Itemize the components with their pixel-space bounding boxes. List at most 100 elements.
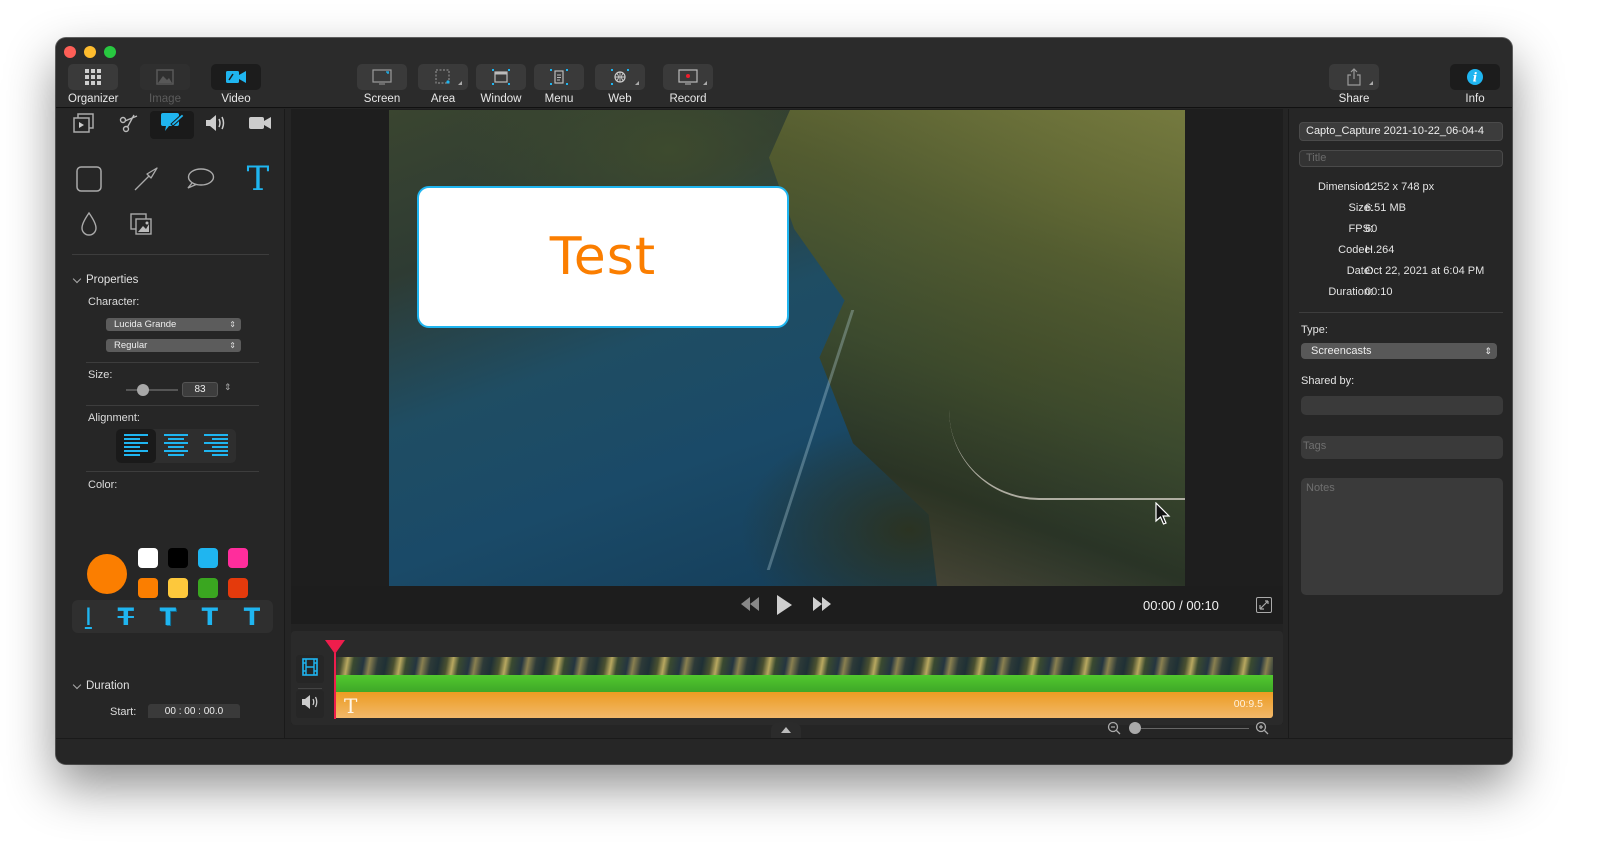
rewind-button[interactable] — [739, 596, 761, 617]
zoom-window-button[interactable] — [104, 46, 116, 58]
menu-capture-button[interactable]: Menu — [534, 64, 584, 105]
align-left-button[interactable] — [116, 429, 156, 463]
duration-section-toggle[interactable]: Duration — [72, 680, 129, 692]
style-outline-option[interactable]: I — [85, 605, 92, 629]
info-panel: Capto_Capture 2021-10-22_06-04-4 Title D… — [1288, 109, 1512, 738]
playhead[interactable] — [334, 653, 336, 719]
divider — [86, 362, 259, 363]
share-label: Share — [1338, 93, 1370, 105]
timeline-tracks: T 00:9.5 — [291, 631, 1283, 725]
type-select[interactable]: Screencasts ⇕ — [1301, 343, 1497, 359]
fast-forward-button[interactable] — [811, 596, 833, 617]
audio-track-toggle[interactable] — [296, 690, 324, 718]
title-field[interactable]: Title — [1299, 150, 1503, 167]
style-strikethrough-option[interactable]: T — [118, 605, 134, 629]
alignment-segmented-control — [116, 429, 236, 463]
swatch-black[interactable] — [168, 548, 188, 568]
text-annotation[interactable]: Test — [417, 186, 789, 328]
selected-color-well[interactable] — [87, 554, 127, 594]
dropdown-corner-icon — [703, 81, 707, 85]
annotation-text: Test — [549, 227, 657, 287]
info-button[interactable]: i Info — [1450, 64, 1500, 105]
tab-trim[interactable] — [106, 111, 150, 139]
size-slider-track[interactable] — [126, 389, 178, 391]
image-mode-button[interactable]: Image — [140, 64, 190, 105]
close-window-button[interactable] — [64, 46, 76, 58]
drop-icon — [79, 211, 99, 242]
area-capture-button[interactable]: Area — [418, 64, 468, 105]
video-mode-button[interactable]: Video — [211, 64, 261, 105]
video-clip-bar[interactable] — [334, 675, 1273, 692]
font-family-select[interactable]: Lucida Grande ⇕ — [106, 318, 241, 331]
align-center-button[interactable] — [156, 429, 196, 463]
type-value: Screencasts — [1311, 345, 1372, 357]
tab-audio[interactable] — [194, 111, 238, 139]
notes-field[interactable]: Notes — [1301, 478, 1503, 595]
collapse-timeline-button[interactable] — [771, 722, 801, 738]
size-stepper[interactable]: ⇕ — [224, 382, 232, 393]
updown-arrows-icon: ⇕ — [229, 320, 236, 329]
video-thumbnail-strip[interactable] — [334, 657, 1273, 675]
font-style-select[interactable]: Regular ⇕ — [106, 339, 241, 352]
meta-value: Oct 22, 2021 at 6:04 PM — [1365, 265, 1485, 277]
image-overlay-tool[interactable] — [125, 210, 157, 242]
size-input[interactable]: 83 — [182, 382, 218, 397]
tab-annotate[interactable] — [150, 111, 194, 139]
timeline-zoom-knob[interactable] — [1129, 722, 1141, 734]
arrow-tool[interactable] — [130, 165, 162, 197]
editor-center: Test 00:00 / 00:10 T 00:9.5 — [291, 109, 1283, 738]
size-slider-knob[interactable] — [137, 384, 149, 396]
swatch-white[interactable] — [138, 548, 158, 568]
tab-media[interactable] — [62, 111, 106, 139]
swatch-green[interactable] — [198, 578, 218, 598]
record-icon — [663, 64, 713, 90]
window-capture-button[interactable]: Window — [476, 64, 526, 105]
tab-camera[interactable] — [238, 111, 282, 139]
video-frame[interactable]: Test — [389, 110, 1185, 586]
alignment-label: Alignment: — [88, 412, 140, 424]
playback-controls: 00:00 / 00:10 — [291, 586, 1283, 624]
text-tool[interactable]: T — [242, 162, 274, 196]
swatch-orange[interactable] — [138, 578, 158, 598]
style-plain-option[interactable]: T — [244, 605, 260, 629]
share-button[interactable]: Share — [1329, 64, 1379, 105]
style-bold-option[interactable]: T — [202, 605, 218, 629]
style-shadow-option[interactable]: T — [160, 605, 176, 629]
fullscreen-button[interactable] — [1256, 597, 1272, 613]
callout-tool[interactable] — [184, 165, 216, 197]
divider — [72, 254, 269, 255]
record-button[interactable]: Record — [663, 64, 713, 105]
meta-value: 1252 x 748 px — [1365, 181, 1435, 193]
speaker-icon — [301, 694, 319, 715]
filename-field[interactable]: Capto_Capture 2021-10-22_06-04-4 — [1299, 122, 1503, 141]
area-capture-icon — [418, 64, 468, 90]
align-right-button[interactable] — [196, 429, 236, 463]
video-track-toggle[interactable] — [296, 655, 324, 683]
play-button[interactable] — [775, 594, 793, 621]
tags-field[interactable]: Tags — [1301, 436, 1503, 459]
web-capture-button[interactable]: Web — [595, 64, 645, 105]
swatch-blue[interactable] — [198, 548, 218, 568]
playhead-handle[interactable] — [325, 640, 345, 654]
rectangle-tool[interactable] — [73, 165, 105, 197]
text-clip-bar[interactable]: T 00:9.5 — [334, 692, 1273, 718]
record-label: Record — [669, 93, 707, 105]
swatch-pink[interactable] — [228, 548, 248, 568]
fast-forward-icon — [811, 596, 833, 617]
properties-section-toggle[interactable]: Properties — [72, 274, 138, 286]
swatch-red[interactable] — [228, 578, 248, 598]
status-bar — [56, 738, 1512, 764]
start-time-input[interactable]: 00 : 00 : 00.0 — [148, 704, 240, 718]
grid-icon — [68, 64, 119, 90]
size-label: Size: — [88, 369, 113, 381]
organizer-button[interactable]: Organizer — [68, 64, 119, 105]
chevron-down-icon — [72, 680, 82, 689]
shared-by-field[interactable] — [1301, 396, 1503, 415]
screen-capture-button[interactable]: Screen — [357, 64, 407, 105]
swatch-yellow[interactable] — [168, 578, 188, 598]
minimize-window-button[interactable] — [84, 46, 96, 58]
arrow-icon — [132, 165, 160, 198]
blur-tool[interactable] — [73, 210, 105, 242]
media-clip-icon — [73, 112, 95, 138]
timeline-zoom-track[interactable] — [1131, 728, 1249, 729]
